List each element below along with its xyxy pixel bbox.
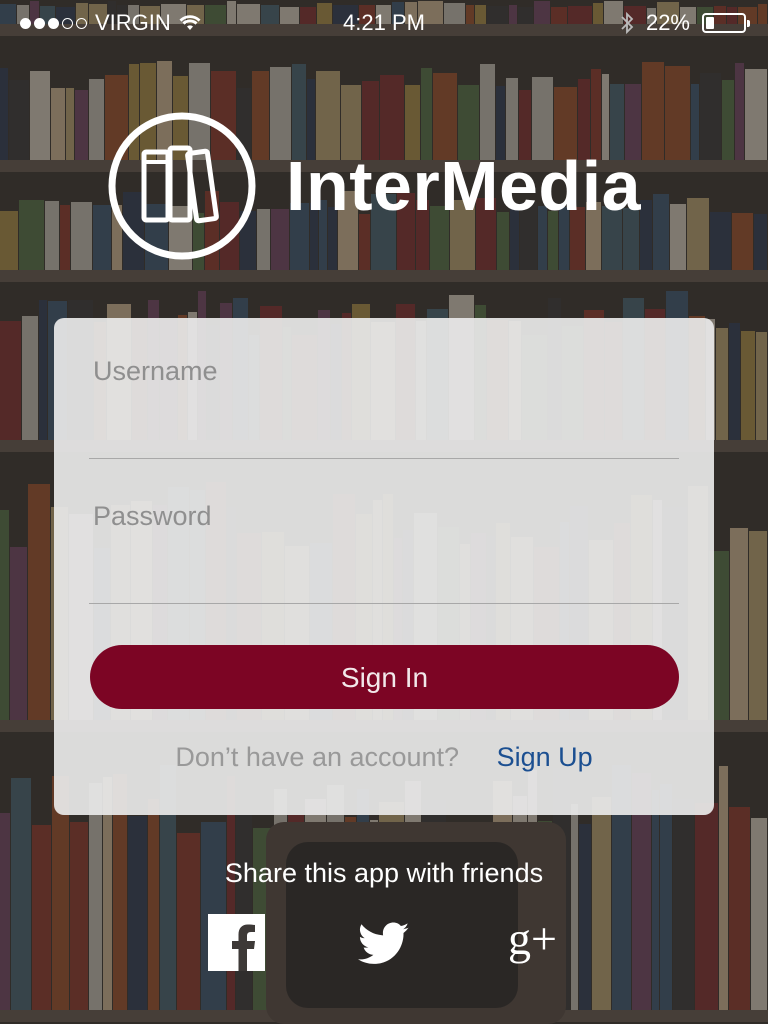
app-logo: InterMedia <box>104 108 641 264</box>
username-field <box>89 356 683 459</box>
username-input[interactable] <box>89 356 683 387</box>
google-plus-icon[interactable]: g+ <box>508 912 557 965</box>
password-field <box>89 501 683 604</box>
status-bar: VIRGIN 4:21 PM 22% <box>0 0 768 44</box>
no-account-text: Don’t have an account? <box>175 742 460 772</box>
battery-icon <box>702 13 750 33</box>
signup-row: Don’t have an account? Sign Up <box>54 742 714 773</box>
sign-up-link[interactable]: Sign Up <box>497 742 593 772</box>
password-input[interactable] <box>89 501 683 532</box>
status-right: 22% <box>620 10 750 36</box>
battery-percent: 22% <box>645 10 690 35</box>
twitter-icon[interactable] <box>357 922 410 971</box>
books-logo-icon <box>108 112 256 260</box>
facebook-icon[interactable] <box>208 914 265 971</box>
bluetooth-icon <box>621 11 634 35</box>
app-title: InterMedia <box>286 147 642 225</box>
login-card: Sign In Don’t have an account? Sign Up <box>54 318 714 815</box>
share-title: Share this app with friends <box>224 858 544 888</box>
sign-in-button[interactable]: Sign In <box>90 645 679 709</box>
